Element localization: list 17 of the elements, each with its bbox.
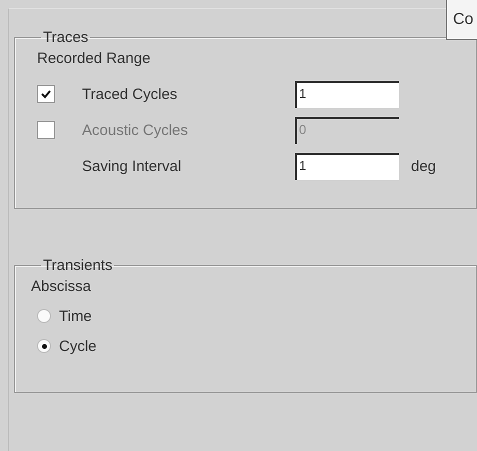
group-title: Transients <box>42 257 114 274</box>
field-label: Traced Cycles <box>82 86 178 102</box>
field-label: Acoustic Cycles <box>82 122 189 138</box>
field-label: Saving Interval <box>82 158 182 174</box>
input-field[interactable]: 1 <box>295 80 399 108</box>
section-label: Recorded Range <box>37 50 152 67</box>
input-field[interactable]: 1 <box>295 152 399 180</box>
check-icon <box>41 89 51 99</box>
radio-button[interactable] <box>37 309 51 323</box>
section-label: Abscissa <box>31 278 92 295</box>
tab-button[interactable]: Co <box>446 0 477 40</box>
option-label: Time <box>59 308 92 324</box>
checkbox[interactable] <box>37 85 55 103</box>
group-title: Traces <box>42 29 90 46</box>
option-label: Cycle <box>59 338 97 354</box>
radio-button[interactable] <box>37 339 51 353</box>
unit-label: deg <box>411 158 436 174</box>
